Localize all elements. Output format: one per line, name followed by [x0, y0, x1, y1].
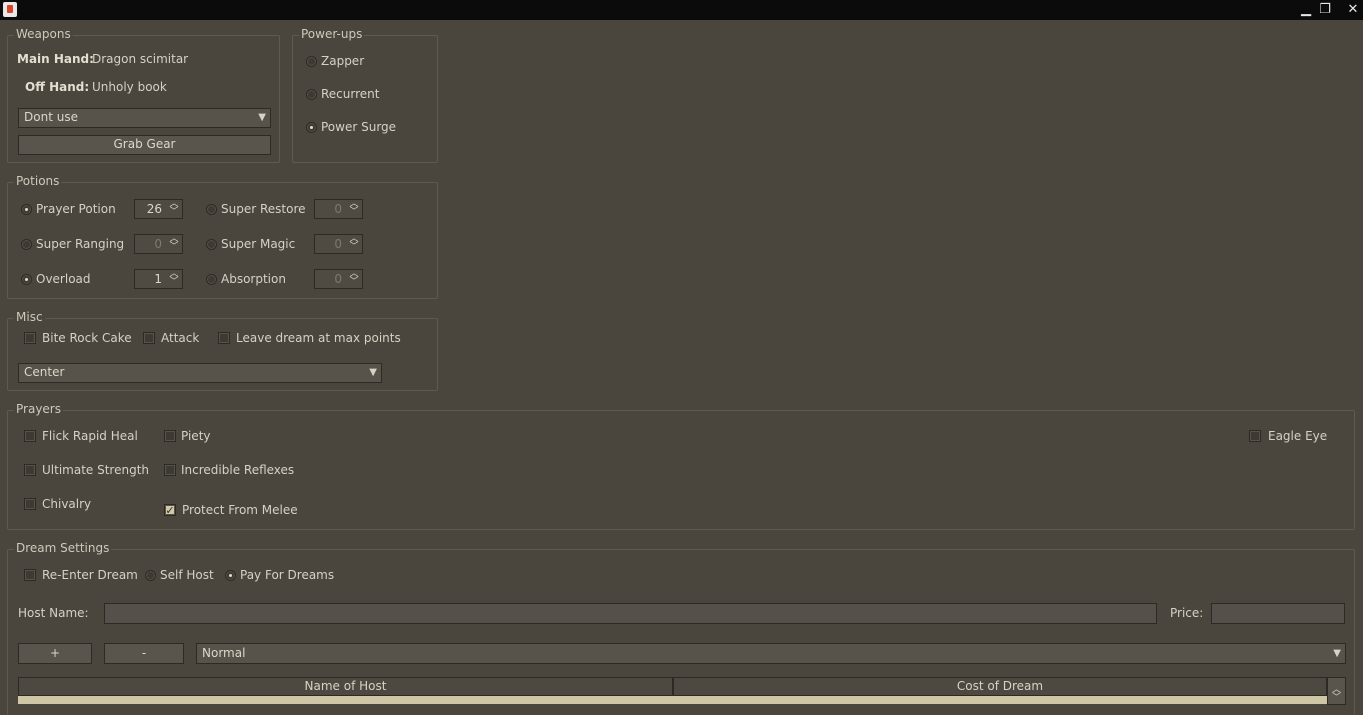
overload-value: 1 [154, 272, 162, 286]
table-scrollbar[interactable]: ︿ ﹀ [1327, 677, 1346, 705]
dream-settings-title: Dream Settings [14, 541, 112, 555]
minimize-icon[interactable]: ▁ [1298, 1, 1314, 18]
super-ranging-label: Super Ranging [36, 237, 125, 251]
spinner-arrows-icon[interactable]: ︿ ﹀ [348, 200, 360, 218]
prayers-title: Prayers [14, 402, 63, 416]
restore-icon[interactable]: ❐ [1317, 1, 1333, 18]
close-icon[interactable]: ✕ [1345, 1, 1361, 18]
zapper-radio[interactable] [306, 56, 317, 67]
misc-title: Misc [14, 310, 45, 324]
add-host-button[interactable]: + [18, 643, 92, 664]
remove-host-button[interactable]: - [104, 643, 184, 664]
ultimate-strength-checkbox[interactable] [24, 464, 36, 476]
super-ranging-radio[interactable] [21, 239, 32, 250]
absorption-label: Absorption [221, 272, 286, 286]
chevron-down-icon: ▼ [258, 112, 266, 123]
super-restore-label: Super Restore [221, 202, 306, 216]
position-select[interactable]: Center ▼ [18, 363, 382, 383]
absorption-radio[interactable] [206, 274, 217, 285]
zapper-label: Zapper [321, 54, 365, 68]
super-magic-radio[interactable] [206, 239, 217, 250]
main-hand-value: Dragon scimitar [92, 52, 189, 66]
piety-label: Piety [181, 429, 211, 443]
spinner-arrows-icon[interactable]: ︿ ﹀ [348, 235, 360, 253]
spinner-arrows-icon[interactable]: ︿ ﹀ [168, 200, 180, 218]
super-restore-radio[interactable] [206, 204, 217, 215]
leave-dream-checkbox[interactable] [218, 332, 230, 344]
self-host-radio[interactable] [145, 570, 156, 581]
piety-checkbox[interactable] [164, 430, 176, 442]
grab-gear-button[interactable]: Grab Gear [18, 135, 271, 155]
overload-spinner[interactable]: 1 ︿ ﹀ [134, 269, 183, 289]
bite-rock-cake-label: Bite Rock Cake [42, 331, 132, 345]
special-attack-select[interactable]: Dont use ▼ [18, 108, 271, 128]
re-enter-dream-label: Re-Enter Dream [42, 568, 138, 582]
chivalry-checkbox[interactable] [24, 498, 36, 510]
price-label: Price: [1170, 606, 1204, 620]
flick-rapid-heal-label: Flick Rapid Heal [42, 429, 138, 443]
super-ranging-value: 0 [154, 237, 162, 251]
absorption-spinner[interactable]: 0 ︿ ﹀ [314, 269, 363, 289]
java-app-icon [3, 2, 17, 17]
attack-checkbox[interactable] [143, 332, 155, 344]
super-restore-spinner[interactable]: 0 ︿ ﹀ [314, 199, 363, 219]
table-header-name-of-host[interactable]: Name of Host [18, 677, 673, 696]
super-magic-spinner[interactable]: 0 ︿ ﹀ [314, 234, 363, 254]
weapons-title: Weapons [14, 27, 73, 41]
scroll-arrows-icon[interactable]: ︿ ﹀ [1332, 685, 1341, 703]
spinner-arrows-icon[interactable]: ︿ ﹀ [168, 270, 180, 288]
price-input[interactable] [1211, 603, 1345, 624]
eagle-eye-label: Eagle Eye [1268, 429, 1328, 443]
table-row[interactable] [18, 696, 1327, 704]
prayer-potion-value: 26 [146, 202, 162, 216]
bite-rock-cake-checkbox[interactable] [24, 332, 36, 344]
pay-for-dreams-radio[interactable] [225, 570, 236, 581]
dream-mode-select-value: Normal [202, 646, 246, 660]
eagle-eye-checkbox[interactable] [1249, 430, 1261, 442]
off-hand-label: Off Hand: [25, 80, 90, 94]
leave-dream-label: Leave dream at max points [236, 331, 401, 345]
chevron-down-icon: ▼ [1333, 648, 1341, 659]
self-host-label: Self Host [160, 568, 214, 582]
power-surge-label: Power Surge [321, 120, 397, 134]
title-bar [0, 0, 1363, 20]
power-surge-radio[interactable] [306, 122, 317, 133]
re-enter-dream-checkbox[interactable] [24, 569, 36, 581]
flick-rapid-heal-checkbox[interactable] [24, 430, 36, 442]
chivalry-label: Chivalry [42, 497, 92, 511]
prayer-potion-spinner[interactable]: 26 ︿ ﹀ [134, 199, 183, 219]
super-ranging-spinner[interactable]: 0 ︿ ﹀ [134, 234, 183, 254]
attack-label: Attack [161, 331, 200, 345]
pay-for-dreams-label: Pay For Dreams [240, 568, 335, 582]
protect-from-melee-checkbox[interactable]: ✓ [164, 504, 176, 516]
special-attack-select-value: Dont use [24, 110, 78, 124]
incredible-reflexes-label: Incredible Reflexes [181, 463, 295, 477]
recurrent-radio[interactable] [306, 89, 317, 100]
prayer-potion-label: Prayer Potion [36, 202, 116, 216]
recurrent-label: Recurrent [321, 87, 380, 101]
potions-title: Potions [14, 174, 62, 188]
super-magic-value: 0 [334, 237, 342, 251]
position-select-value: Center [24, 365, 65, 379]
super-magic-label: Super Magic [221, 237, 296, 251]
ultimate-strength-label: Ultimate Strength [42, 463, 150, 477]
incredible-reflexes-checkbox[interactable] [164, 464, 176, 476]
host-name-input[interactable] [104, 603, 1157, 624]
overload-label: Overload [36, 272, 91, 286]
super-restore-value: 0 [334, 202, 342, 216]
protect-from-melee-label: Protect From Melee [182, 503, 298, 517]
spinner-arrows-icon[interactable]: ︿ ﹀ [168, 235, 180, 253]
powerups-title: Power-ups [299, 27, 365, 41]
host-name-label: Host Name: [18, 606, 89, 620]
off-hand-value: Unholy book [92, 80, 167, 94]
spinner-arrows-icon[interactable]: ︿ ﹀ [348, 270, 360, 288]
table-header-cost-of-dream[interactable]: Cost of Dream [673, 677, 1327, 696]
prayer-potion-radio[interactable] [21, 204, 32, 215]
absorption-value: 0 [334, 272, 342, 286]
overload-radio[interactable] [21, 274, 32, 285]
dream-mode-select[interactable]: Normal ▼ [196, 643, 1346, 664]
main-hand-label: Main Hand: [17, 52, 94, 66]
chevron-down-icon: ▼ [369, 367, 377, 378]
